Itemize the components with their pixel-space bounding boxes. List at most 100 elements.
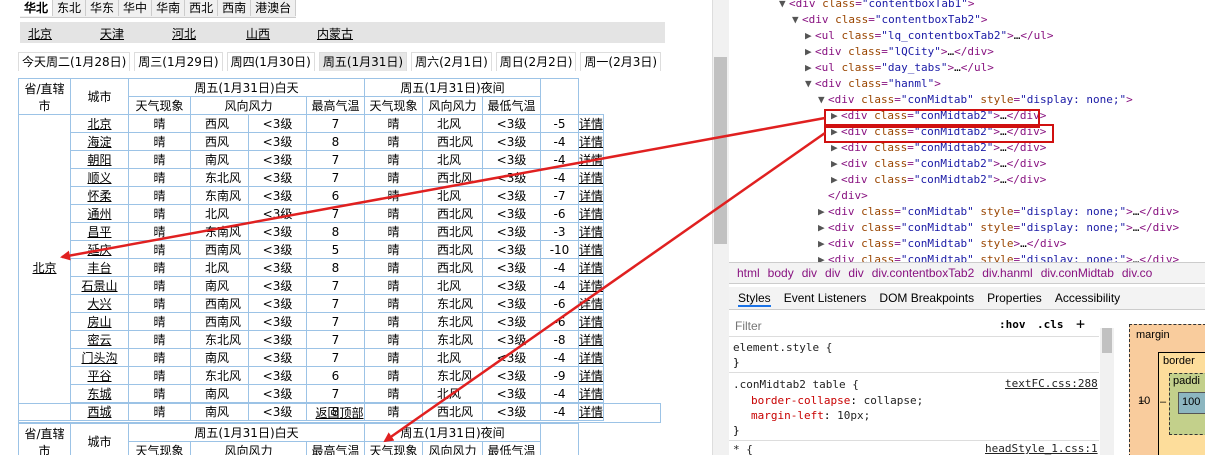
detail-link[interactable]: 详情 (579, 171, 603, 185)
detail-link[interactable]: 详情 (579, 351, 603, 365)
detail-link[interactable]: 详情 (579, 207, 603, 221)
sidebar-tab[interactable]: DOM Breakpoints (879, 291, 974, 305)
page-scrollbar-thumb[interactable] (714, 57, 727, 244)
rule-selector-universal[interactable]: * { (733, 442, 753, 455)
rule-declaration-margin-left[interactable]: margin-left: 10px; (751, 408, 870, 423)
padding-box[interactable]: paddi – 100 (1160, 373, 1205, 435)
city-link[interactable]: 通州 (87, 207, 111, 221)
dom-node[interactable]: ▶ <div class="lQCity">…</div> (805, 44, 994, 60)
element-style-rule[interactable]: element.style { (733, 340, 832, 355)
province-link[interactable]: 内蒙古 (317, 25, 353, 42)
city-link[interactable]: 顺义 (87, 171, 111, 185)
styles-scrollbar[interactable] (1100, 328, 1114, 455)
city-link[interactable]: 昌平 (87, 225, 111, 239)
content-box[interactable]: 100 (1178, 392, 1205, 414)
dom-node[interactable]: ▶ <div class="conMidtab2">…</div> (831, 172, 1046, 188)
day-tab[interactable]: 周三(1月29日) (134, 52, 223, 71)
sidebar-tab[interactable]: Event Listeners (784, 291, 867, 305)
collapse-triangle-icon[interactable]: ▼ (792, 12, 802, 28)
expand-triangle-icon[interactable]: ▶ (805, 44, 815, 60)
region-tab[interactable]: 华中 (119, 0, 153, 16)
city-link[interactable]: 房山 (87, 315, 111, 329)
day-tab[interactable]: 周四(1月30日) (226, 52, 315, 71)
breadcrumb-item[interactable]: div (802, 266, 817, 280)
dom-node[interactable]: ▶ <div class="conMidtab2">…</div> (831, 156, 1046, 172)
day-tab[interactable]: 周六(2月1日) (411, 52, 492, 71)
detail-link[interactable]: 详情 (579, 243, 603, 257)
region-tab[interactable]: 华南 (152, 0, 186, 16)
new-rule-button[interactable]: + (1076, 313, 1085, 335)
city-link[interactable]: 门头沟 (81, 351, 117, 365)
cls-toggle[interactable]: .cls (1037, 314, 1064, 336)
breadcrumb-item[interactable]: div.contentboxTab2 (872, 266, 975, 280)
detail-link[interactable]: 详情 (579, 297, 603, 311)
expand-triangle-icon[interactable]: ▶ (818, 220, 828, 236)
city-link[interactable]: 北京 (87, 117, 111, 131)
province-link[interactable]: 山西 (246, 25, 270, 42)
detail-link[interactable]: 详情 (579, 333, 603, 347)
city-link[interactable]: 东城 (87, 387, 111, 401)
dom-node[interactable]: ▶ <div class="conMidtab" style="display: … (818, 204, 1179, 220)
region-tab[interactable]: 西南 (218, 0, 252, 16)
day-tab[interactable]: 周一(2月3日) (580, 52, 662, 71)
day-tab[interactable]: 周日(2月2日) (495, 52, 577, 71)
region-tab[interactable]: 华北 (20, 0, 54, 16)
breadcrumb-item[interactable]: html (737, 266, 760, 280)
border-box[interactable]: border – paddi – 100 (1139, 352, 1205, 455)
dom-node[interactable]: ▶ <div class="conMidtab" style="display: … (818, 220, 1179, 236)
dom-node[interactable]: ▼ <div class="hanml"> (805, 76, 941, 92)
page-scrollbar[interactable] (712, 0, 729, 455)
expand-triangle-icon[interactable]: ▶ (818, 236, 828, 252)
rule-selector-conmidtab2[interactable]: .conMidtab2 table { (733, 377, 859, 392)
expand-triangle-icon[interactable]: ▶ (831, 156, 841, 172)
detail-link[interactable]: 详情 (579, 369, 603, 383)
detail-link[interactable]: 详情 (579, 135, 603, 149)
expand-triangle-icon[interactable]: ▶ (818, 204, 828, 220)
dom-node[interactable]: ▼ <div class="contentboxTab2"> (792, 12, 987, 28)
rule-source-link[interactable]: textFC.css:288 (1005, 377, 1098, 390)
detail-link[interactable]: 详情 (579, 261, 603, 275)
collapse-triangle-icon[interactable]: ▼ (818, 92, 828, 108)
sidebar-tab[interactable]: Styles (738, 291, 771, 307)
collapse-triangle-icon[interactable]: ▼ (779, 0, 789, 12)
detail-link[interactable]: 详情 (579, 153, 603, 167)
dom-node[interactable]: ▶ <ul class="day_tabs">…</ul> (805, 60, 994, 76)
breadcrumb-item[interactable]: div.hanml (982, 266, 1032, 280)
province-link-beijing[interactable]: 北京 (32, 261, 56, 275)
margin-box[interactable]: margin 10 border – paddi – 100 (1129, 324, 1205, 455)
detail-link[interactable]: 详情 (579, 279, 603, 293)
city-link[interactable]: 怀柔 (87, 189, 111, 203)
detail-link[interactable]: 详情 (579, 387, 603, 401)
province-link[interactable]: 河北 (172, 25, 196, 42)
city-link[interactable]: 大兴 (87, 297, 111, 311)
region-tab[interactable]: 港澳台 (251, 0, 297, 16)
region-tab[interactable]: 西北 (185, 0, 219, 16)
city-link[interactable]: 海淀 (87, 135, 111, 149)
detail-link[interactable]: 详情 (579, 315, 603, 329)
dom-node[interactable]: ▼ <div class="conMidtab" style="display: … (818, 92, 1133, 108)
dom-node[interactable]: ▼ <div class="contentboxTab1"> (779, 0, 974, 12)
detail-link[interactable]: 详情 (579, 117, 603, 131)
dom-node[interactable]: ▶ <ul class="lq_contentboxTab2">…</ul> (805, 28, 1053, 44)
breadcrumb-item[interactable]: div.co (1122, 266, 1152, 280)
hov-toggle[interactable]: :hov (999, 314, 1026, 336)
city-link[interactable]: 丰台 (87, 261, 111, 275)
city-link[interactable]: 延庆 (87, 243, 111, 257)
breadcrumb-item[interactable]: div (825, 266, 840, 280)
expand-triangle-icon[interactable]: ▶ (805, 60, 815, 76)
day-tab[interactable]: 周五(1月31日) (318, 52, 408, 71)
detail-link[interactable]: 详情 (579, 189, 603, 203)
expand-triangle-icon[interactable]: ▶ (805, 28, 815, 44)
sidebar-tab[interactable]: Accessibility (1055, 291, 1120, 305)
region-tab[interactable]: 华东 (86, 0, 120, 16)
collapse-triangle-icon[interactable]: ▼ (805, 76, 815, 92)
back-to-top-link[interactable]: 返回顶部 (315, 406, 363, 420)
city-link[interactable]: 密云 (87, 333, 111, 347)
rule-declaration-border-collapse[interactable]: border-collapse: collapse; (751, 393, 923, 408)
breadcrumb-item[interactable]: div (848, 266, 863, 280)
expand-triangle-icon[interactable]: ▶ (831, 172, 841, 188)
province-link[interactable]: 天津 (100, 25, 124, 42)
dom-node[interactable]: ▶ <div class="conMidtab" style>…</div> (818, 236, 1066, 252)
breadcrumb-item[interactable]: div.conMidtab (1041, 266, 1114, 280)
detail-link[interactable]: 详情 (579, 225, 603, 239)
